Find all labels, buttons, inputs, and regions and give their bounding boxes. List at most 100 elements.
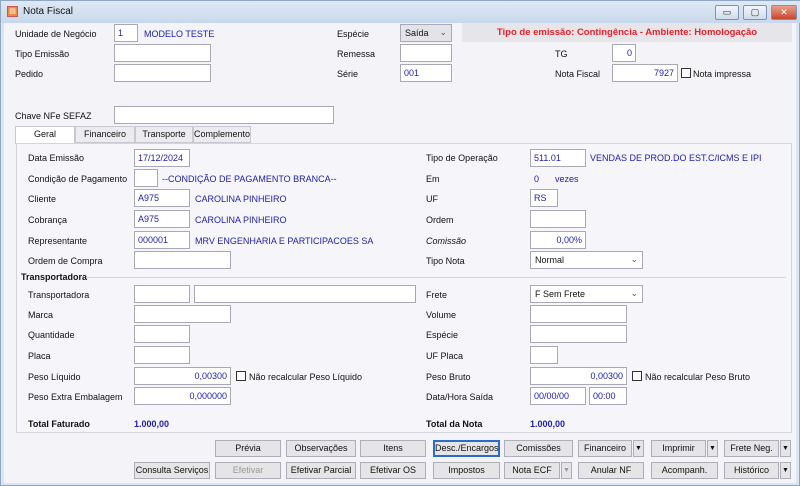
representante-code-input[interactable]: 000001 bbox=[134, 231, 190, 249]
transportadora-name-input[interactable] bbox=[194, 285, 416, 303]
previa-button[interactable]: Prévia bbox=[215, 440, 281, 457]
data-saida-input[interactable]: 00/00/00 bbox=[530, 387, 586, 405]
tab-financeiro[interactable]: Financeiro bbox=[75, 126, 135, 143]
tipo-nota-value: Normal bbox=[535, 255, 565, 265]
frete-neg-dropdown-icon[interactable]: ▼ bbox=[780, 440, 791, 457]
especie-select[interactable]: Saída ⌄ bbox=[400, 24, 452, 42]
consulta-servicos-button[interactable]: Consulta Serviços bbox=[134, 462, 210, 479]
tipo-emissao-label: Tipo Emissão bbox=[15, 49, 70, 59]
chave-input[interactable] bbox=[114, 106, 334, 124]
hora-saida-input[interactable]: 00:00 bbox=[589, 387, 627, 405]
unidade-label: Unidade de Negócio bbox=[15, 29, 97, 39]
comissoes-button[interactable]: Comissões bbox=[504, 440, 573, 457]
remessa-input[interactable] bbox=[400, 44, 452, 62]
impostos-button[interactable]: Impostos bbox=[433, 462, 500, 479]
transportadora-section-title: Transportadora bbox=[21, 272, 88, 282]
ordem-input[interactable] bbox=[530, 210, 586, 228]
observacoes-button[interactable]: Observações bbox=[286, 440, 356, 457]
em-value: 0 bbox=[534, 174, 540, 184]
tipo-nota-label: Tipo Nota bbox=[426, 256, 465, 266]
close-button[interactable]: ✕ bbox=[771, 5, 797, 20]
peso-bruto-input[interactable]: 0,00300 bbox=[530, 367, 627, 385]
title-bar: ▤ Nota Fiscal ▭ ▢ ✕ bbox=[1, 1, 800, 23]
form-body: Unidade de Negócio 1 MODELO TESTE Espéci… bbox=[4, 23, 796, 483]
maximize-button[interactable]: ▢ bbox=[743, 5, 767, 20]
especie-value: Saída bbox=[405, 28, 429, 38]
volume-input[interactable] bbox=[530, 305, 627, 323]
tab-transporte[interactable]: Transporte bbox=[135, 126, 193, 143]
quantidade-input[interactable] bbox=[134, 325, 190, 343]
nao-recalc-liquido-checkbox[interactable] bbox=[236, 371, 246, 381]
total-faturado-value: 1.000,00 bbox=[134, 419, 170, 429]
anular-nf-button[interactable]: Anular NF bbox=[578, 462, 644, 479]
ordem-compra-input[interactable] bbox=[134, 251, 231, 269]
serie-input[interactable]: 001 bbox=[400, 64, 452, 82]
ordem-label: Ordem bbox=[426, 215, 454, 225]
financeiro-button[interactable]: Financeiro bbox=[578, 440, 632, 457]
total-nota-label: Total da Nota bbox=[426, 419, 483, 429]
tab-complemento[interactable]: Complemento bbox=[193, 126, 251, 143]
efetivar-parcial-button[interactable]: Efetivar Parcial bbox=[286, 462, 356, 479]
nota-impressa-label: Nota impressa bbox=[693, 69, 752, 79]
cobranca-name: CAROLINA PINHEIRO bbox=[195, 215, 287, 225]
volume-label: Volume bbox=[426, 310, 457, 320]
transportadora-code-input[interactable] bbox=[134, 285, 190, 303]
frete-select[interactable]: F Sem Frete ⌄ bbox=[530, 285, 643, 303]
nota-impressa-checkbox[interactable] bbox=[681, 68, 691, 78]
uf-input[interactable]: RS bbox=[530, 189, 558, 207]
historico-dropdown-icon[interactable]: ▼ bbox=[780, 462, 791, 479]
nota-fiscal-input[interactable]: 7927 bbox=[612, 64, 678, 82]
acompanh-button[interactable]: Acompanh. bbox=[651, 462, 718, 479]
peso-extra-input[interactable]: 0,000000 bbox=[134, 387, 231, 405]
efetivar-os-button[interactable]: Efetivar OS bbox=[360, 462, 426, 479]
unidade-code-input[interactable]: 1 bbox=[114, 24, 138, 42]
minimize-button[interactable]: ▭ bbox=[715, 5, 739, 20]
tg-input[interactable]: 0 bbox=[612, 44, 636, 62]
nota-ecf-dropdown-icon[interactable]: ▼ bbox=[561, 462, 572, 479]
pedido-input[interactable] bbox=[114, 64, 211, 82]
desc-encargos-button[interactable]: Desc./Encargos bbox=[433, 440, 500, 457]
condicao-code-input[interactable] bbox=[134, 169, 158, 187]
nota-ecf-button[interactable]: Nota ECF bbox=[504, 462, 560, 479]
tipo-operacao-input[interactable]: 511.01 bbox=[530, 149, 586, 167]
imprimir-dropdown-icon[interactable]: ▼ bbox=[707, 440, 718, 457]
chevron-down-icon: ⌄ bbox=[439, 27, 447, 37]
efetivar-button[interactable]: Efetivar bbox=[215, 462, 281, 479]
unidade-name: MODELO TESTE bbox=[144, 29, 215, 39]
peso-bruto-label: Peso Bruto bbox=[426, 372, 471, 382]
representante-name: MRV ENGENHARIA E PARTICIPACOES SA bbox=[195, 236, 374, 246]
condicao-label: Condição de Pagamento bbox=[28, 174, 128, 184]
chevron-down-icon: ⌄ bbox=[630, 288, 638, 298]
quantidade-label: Quantidade bbox=[28, 330, 75, 340]
cliente-code-input[interactable]: A975 bbox=[134, 189, 190, 207]
cobranca-code-input[interactable]: A975 bbox=[134, 210, 190, 228]
especie-transp-input[interactable] bbox=[530, 325, 627, 343]
historico-button[interactable]: Histórico bbox=[724, 462, 779, 479]
peso-liquido-label: Peso Líquido bbox=[28, 372, 81, 382]
uf-placa-input[interactable] bbox=[530, 346, 558, 364]
remessa-label: Remessa bbox=[337, 49, 376, 59]
serie-label: Série bbox=[337, 69, 359, 79]
comissao-input[interactable]: 0,00% bbox=[530, 231, 586, 249]
pedido-label: Pedido bbox=[15, 69, 44, 79]
itens-button[interactable]: Itens bbox=[360, 440, 426, 457]
especie-label: Espécie bbox=[337, 29, 370, 39]
cliente-label: Cliente bbox=[28, 194, 57, 204]
chevron-down-icon: ⌄ bbox=[630, 254, 638, 264]
app-icon: ▤ bbox=[7, 6, 18, 17]
frete-neg-button[interactable]: Frete Neg. bbox=[724, 440, 779, 457]
nao-recalc-bruto-checkbox[interactable] bbox=[632, 371, 642, 381]
tipo-nota-select[interactable]: Normal ⌄ bbox=[530, 251, 643, 269]
tipo-emissao-input[interactable] bbox=[114, 44, 211, 62]
marca-input[interactable] bbox=[134, 305, 231, 323]
nao-recalc-liquido-label: Não recalcular Peso Líquido bbox=[249, 372, 363, 382]
financeiro-dropdown-icon[interactable]: ▼ bbox=[633, 440, 644, 457]
placa-input[interactable] bbox=[134, 346, 190, 364]
condicao-desc: --CONDIÇÃO DE PAGAMENTO BRANCA-- bbox=[162, 174, 337, 184]
peso-liquido-input[interactable]: 0,00300 bbox=[134, 367, 231, 385]
tab-geral[interactable]: Geral bbox=[15, 126, 75, 144]
marca-label: Marca bbox=[28, 310, 54, 320]
data-emissao-input[interactable]: 17/12/2024 bbox=[134, 149, 190, 167]
imprimir-button[interactable]: Imprimir bbox=[651, 440, 706, 457]
nota-fiscal-label: Nota Fiscal bbox=[555, 69, 601, 79]
